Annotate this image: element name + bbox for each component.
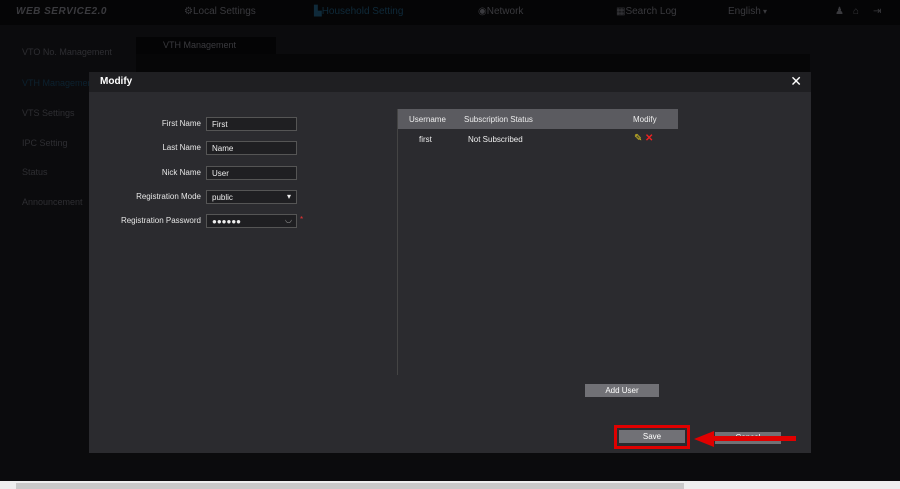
sidebar-item-ipc[interactable]: IPC Setting bbox=[22, 138, 68, 148]
registration-password-row: Registration Password ●●●●●● ◡ * bbox=[89, 214, 389, 228]
first-name-input[interactable]: First bbox=[206, 117, 297, 131]
last-name-row: Last Name Name bbox=[89, 141, 389, 155]
nav-network[interactable]: ◉Network bbox=[478, 6, 523, 17]
cell-status: Not Subscribed bbox=[468, 135, 523, 144]
password-value: ●●●●●● bbox=[212, 217, 241, 226]
close-icon[interactable]: ✕ bbox=[790, 73, 802, 90]
chevron-down-icon: ▾ bbox=[286, 192, 291, 201]
col-modify: Modify bbox=[633, 115, 657, 124]
user-icon[interactable]: ♟ bbox=[835, 6, 844, 17]
dialog-title: Modify bbox=[100, 76, 133, 87]
table-header: Username Subscription Status Modify bbox=[398, 109, 678, 129]
add-user-button[interactable]: Add User bbox=[585, 384, 659, 397]
first-name-label: First Name bbox=[161, 119, 201, 128]
required-mark: * bbox=[300, 215, 304, 224]
home-icon[interactable]: ⌂ bbox=[853, 6, 859, 17]
col-username: Username bbox=[409, 115, 446, 124]
logout-icon[interactable]: ⇥ bbox=[873, 6, 881, 17]
save-button[interactable]: Save bbox=[619, 430, 685, 443]
registration-mode-select[interactable]: public ▾ bbox=[206, 190, 297, 204]
nav-search-log[interactable]: ▦Search Log bbox=[616, 6, 677, 17]
first-name-row: First Name First bbox=[89, 117, 389, 131]
col-subscription: Subscription Status bbox=[464, 115, 533, 124]
sidebar-item-announcement[interactable]: Announcement bbox=[22, 197, 83, 207]
registration-password-input[interactable]: ●●●●●● ◡ bbox=[206, 214, 297, 228]
language-select[interactable]: English ▾ bbox=[728, 6, 767, 17]
sidebar-item-status[interactable]: Status bbox=[22, 167, 48, 177]
sidebar-item-vts[interactable]: VTS Settings bbox=[22, 108, 75, 118]
registration-mode-row: Registration Mode public ▾ bbox=[89, 190, 389, 204]
registration-mode-value: public bbox=[212, 193, 233, 202]
last-name-label: Last Name bbox=[162, 143, 201, 152]
user-table: Username Subscription Status Modify first N… bbox=[397, 109, 678, 375]
table-row: first Not Subscribed ✎ ✕ bbox=[398, 129, 678, 151]
sidebar-item-vth[interactable]: VTH Management bbox=[22, 78, 95, 88]
logo: WEB SERVICE2.0 bbox=[16, 6, 107, 17]
red-arrow-icon bbox=[694, 431, 796, 447]
nick-name-label: Nick Name bbox=[161, 168, 201, 177]
tab-vth-management[interactable]: VTH Management bbox=[136, 37, 276, 54]
delete-icon[interactable]: ✕ bbox=[645, 133, 653, 144]
scrollbar-thumb[interactable] bbox=[16, 483, 684, 489]
registration-mode-label: Registration Mode bbox=[136, 192, 201, 201]
cell-username: first bbox=[419, 135, 432, 144]
top-nav: WEB SERVICE2.0 ⚙Local Settings ▙Househol… bbox=[0, 0, 900, 25]
dialog-header: Modify ✕ bbox=[89, 72, 811, 92]
nick-name-row: Nick Name User bbox=[89, 166, 389, 180]
registration-password-label: Registration Password bbox=[120, 216, 201, 225]
edit-icon[interactable]: ✎ bbox=[634, 133, 642, 144]
last-name-input[interactable]: Name bbox=[206, 141, 297, 155]
eye-icon[interactable]: ◡ bbox=[285, 215, 292, 224]
nav-household-setting[interactable]: ▙Household Setting bbox=[314, 6, 403, 17]
nav-local-settings[interactable]: ⚙Local Settings bbox=[184, 6, 256, 17]
nick-name-input[interactable]: User bbox=[206, 166, 297, 180]
modify-dialog: Modify ✕ First Name First Last Name Name Ni… bbox=[89, 72, 811, 453]
content-area bbox=[136, 54, 810, 74]
sidebar-item-vto[interactable]: VTO No. Management bbox=[22, 47, 112, 57]
